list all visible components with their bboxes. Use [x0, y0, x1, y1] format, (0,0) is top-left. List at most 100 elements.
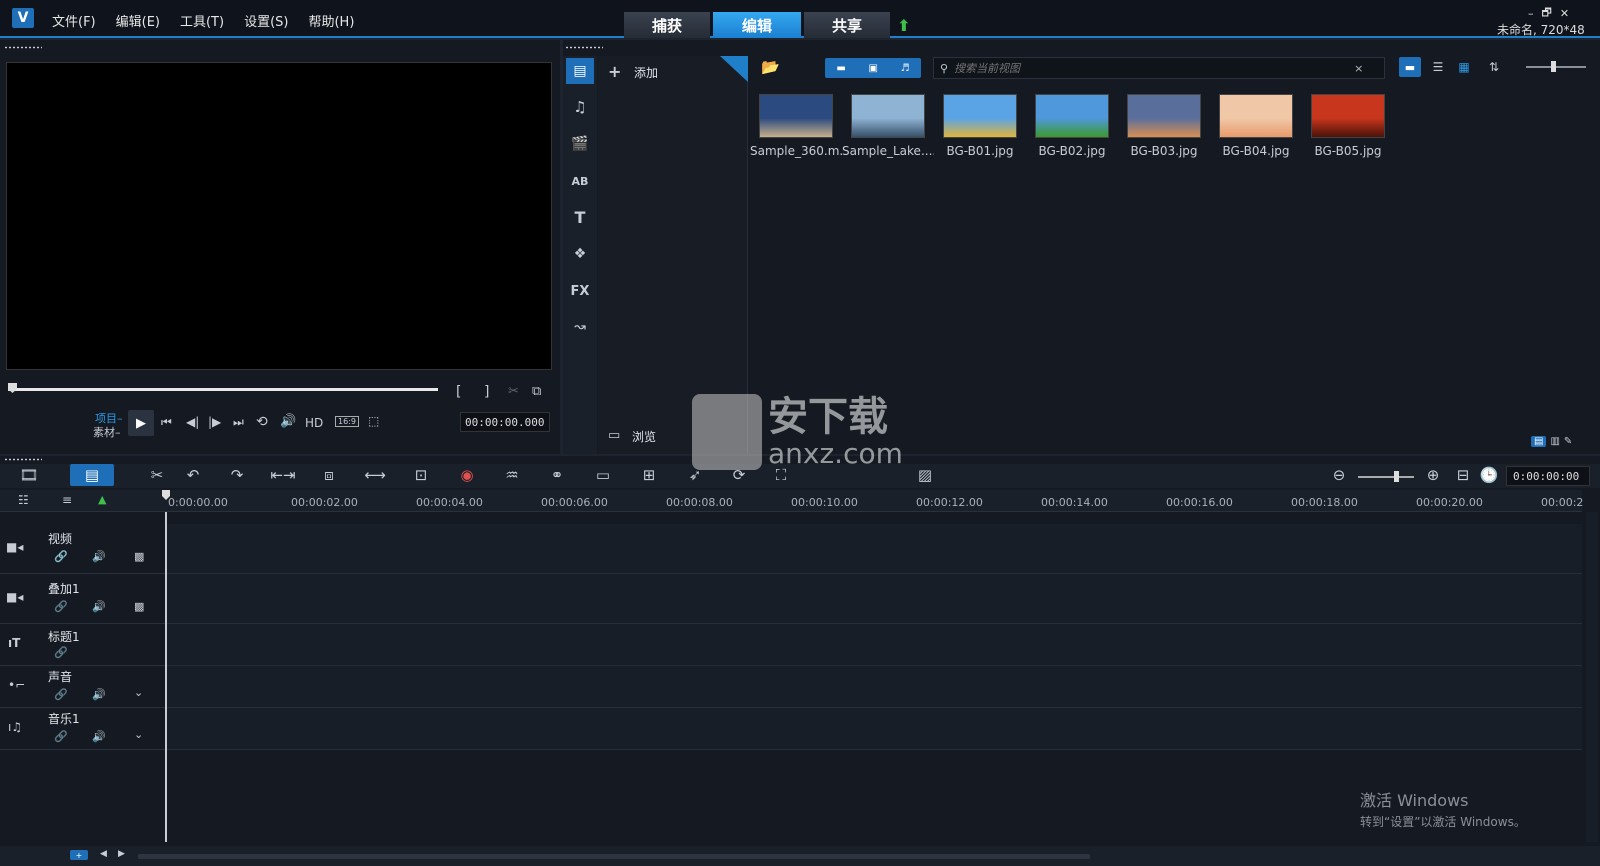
- media-thumb[interactable]: BG-B05.jpg: [1302, 86, 1394, 164]
- pin-icon[interactable]: [720, 56, 748, 82]
- split-scissors-icon[interactable]: ✂: [508, 384, 519, 399]
- thumbnail-view-icon[interactable]: ▬: [1399, 57, 1421, 77]
- options-panel-icon[interactable]: ▥: [1550, 436, 1559, 447]
- split-screen-icon[interactable]: ⊞: [634, 464, 664, 486]
- color-correction-icon[interactable]: ◉: [452, 464, 482, 486]
- track-volume-icon[interactable]: 🔊: [92, 550, 106, 563]
- track-header-title[interactable]: ıT 标题1 🔗: [0, 624, 166, 666]
- menu-tools[interactable]: 工具(T): [180, 11, 224, 30]
- panel-grip[interactable]: [4, 46, 42, 49]
- titles-ab-icon[interactable]: AB: [566, 168, 594, 194]
- chapter-icon[interactable]: ≡: [62, 493, 72, 507]
- media-thumb[interactable]: BG-B01.jpg: [934, 86, 1026, 164]
- scrub-bar[interactable]: [8, 388, 438, 391]
- fit-timeline-icon[interactable]: ⇤⇥: [268, 464, 298, 486]
- scroll-left-icon[interactable]: ◀: [100, 849, 107, 859]
- next-frame-button[interactable]: |▶: [208, 415, 221, 429]
- multicam-icon[interactable]: ⚭: [542, 464, 572, 486]
- subtitle-icon[interactable]: ▭: [588, 464, 618, 486]
- redo-icon[interactable]: ↷: [222, 464, 252, 486]
- track-volume-icon[interactable]: 🔊: [92, 688, 106, 701]
- storyboard-view-icon[interactable]: 🎞: [14, 464, 44, 486]
- aspect-ratio-button[interactable]: 16:9: [335, 416, 359, 427]
- zoom-slider[interactable]: [1358, 476, 1414, 478]
- graphics-icon[interactable]: ❖: [566, 241, 594, 267]
- timeline-row-voice[interactable]: [166, 666, 1582, 708]
- clip-mode-label[interactable]: 素材–: [93, 424, 121, 440]
- ripple-link-icon[interactable]: 🔗: [54, 688, 68, 701]
- go-end-button[interactable]: ⏭: [233, 415, 244, 430]
- media-thumb[interactable]: Sample_360.m...: [750, 86, 842, 164]
- menu-file[interactable]: 文件(F): [52, 11, 96, 30]
- track-header-video[interactable]: ■◂ 视频 🔗 🔊 ▩: [0, 524, 166, 574]
- transition-icon[interactable]: 🎬: [566, 131, 594, 157]
- thumb-size-slider[interactable]: [1526, 66, 1586, 68]
- media-thumb[interactable]: Sample_Lake....: [842, 86, 934, 164]
- project-duration[interactable]: 0:00:00:00: [1506, 466, 1590, 486]
- scrub-handle[interactable]: [8, 383, 17, 393]
- media-thumb[interactable]: BG-B02.jpg: [1026, 86, 1118, 164]
- track-volume-icon[interactable]: 🔊: [92, 730, 106, 743]
- close-button[interactable]: ✕: [1560, 7, 1569, 20]
- clock-icon[interactable]: 🕒: [1474, 464, 1504, 486]
- media-category-icon[interactable]: ▤: [566, 58, 594, 84]
- track-header-music[interactable]: ı♫ 音乐1 🔗 🔊 ⌄: [0, 708, 166, 750]
- tab-share[interactable]: 共享: [804, 12, 890, 38]
- add-folder-plus-icon[interactable]: +: [608, 62, 621, 81]
- audio-mixer-icon[interactable]: ♒: [497, 464, 527, 486]
- expand-chevron-icon[interactable]: ⌄: [134, 728, 143, 741]
- edit-panel-icon[interactable]: ✎: [1564, 436, 1572, 447]
- fx-icon[interactable]: FX: [566, 278, 594, 304]
- ripple-link-icon[interactable]: 🔗: [54, 550, 68, 563]
- hd-toggle[interactable]: HD: [305, 416, 323, 430]
- cue-icon[interactable]: ▲: [98, 493, 106, 506]
- track-grid-icon[interactable]: ▩: [134, 600, 144, 613]
- search-box[interactable]: ⚲ ×: [933, 57, 1385, 79]
- tab-edit[interactable]: 编辑: [713, 12, 801, 38]
- minimize-button[interactable]: –: [1528, 7, 1534, 20]
- search-input[interactable]: [954, 61, 1355, 75]
- expand-chevron-icon[interactable]: ⌄: [134, 686, 143, 699]
- ripple-link-icon[interactable]: 🔗: [54, 730, 68, 743]
- track-grid-icon[interactable]: ▩: [134, 550, 144, 563]
- mark-out-button[interactable]: ]: [484, 384, 489, 400]
- instant-project-icon[interactable]: ♫: [566, 94, 594, 120]
- text-t-icon[interactable]: T: [566, 204, 594, 230]
- track-manager-icon[interactable]: ☷: [18, 493, 29, 507]
- path-icon[interactable]: ↝: [566, 314, 594, 340]
- toolbox-icon[interactable]: ✂: [142, 464, 172, 486]
- list-view-icon[interactable]: ☰: [1427, 57, 1449, 77]
- track-volume-icon[interactable]: 🔊: [92, 600, 106, 613]
- add-track-icon[interactable]: +: [70, 850, 88, 860]
- mark-in-button[interactable]: [: [456, 384, 461, 400]
- timeline-row-video[interactable]: [166, 524, 1582, 574]
- import-media-icon[interactable]: 📂: [761, 58, 780, 76]
- horizontal-scrollbar[interactable]: [138, 854, 1090, 859]
- add-folder-label[interactable]: 添加: [634, 64, 658, 81]
- timeline-row-music[interactable]: [166, 708, 1582, 750]
- browse-icon[interactable]: ▭: [608, 428, 620, 443]
- tab-capture[interactable]: 捕获: [624, 12, 710, 38]
- repeat-icon[interactable]: ⟲: [256, 414, 268, 430]
- prev-frame-button[interactable]: ◀|: [186, 415, 199, 429]
- play-button[interactable]: ▶: [128, 410, 154, 436]
- media-thumb[interactable]: BG-B04.jpg: [1210, 86, 1302, 164]
- sort-icon[interactable]: ⇅: [1483, 57, 1505, 77]
- filter-video-icon[interactable]: ▬: [836, 63, 845, 74]
- enlarge-preview-icon[interactable]: ⧉: [532, 384, 541, 399]
- thumb-size-handle[interactable]: [1551, 61, 1556, 72]
- vertical-scrollbar[interactable]: [1586, 512, 1598, 842]
- time-ruler[interactable]: 0:00:00.00 00:00:02.00 00:00:04.00 00:00…: [162, 490, 1583, 512]
- menu-help[interactable]: 帮助(H): [308, 11, 354, 30]
- undo-icon[interactable]: ↶: [178, 464, 208, 486]
- zoom-in-icon[interactable]: ⊕: [1418, 464, 1448, 486]
- frame-icon[interactable]: ▨: [910, 464, 940, 486]
- trim-icon[interactable]: ⊡: [406, 464, 436, 486]
- timeline-row-overlay[interactable]: [166, 574, 1582, 624]
- filter-audio-icon[interactable]: ♬: [901, 63, 910, 74]
- zoom-out-icon[interactable]: ⊖: [1324, 464, 1354, 486]
- filter-photo-icon[interactable]: ▣: [869, 63, 878, 74]
- record-capture-icon[interactable]: ⧈: [314, 464, 344, 486]
- ripple-link-icon[interactable]: 🔗: [54, 600, 68, 613]
- ripple-link-icon[interactable]: 🔗: [54, 646, 68, 659]
